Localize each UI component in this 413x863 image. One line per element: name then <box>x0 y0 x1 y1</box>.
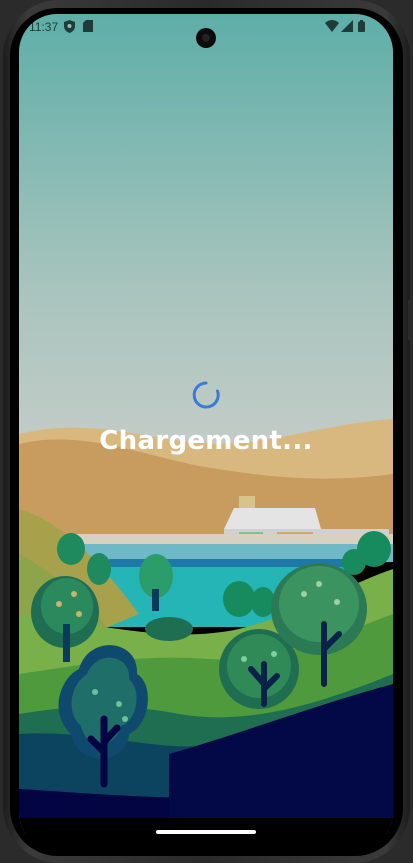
shield-icon <box>64 20 75 33</box>
navigation-bar <box>19 818 393 850</box>
wifi-icon <box>325 20 339 32</box>
tree-canopy <box>279 566 359 642</box>
sim-card-icon <box>83 20 93 32</box>
side-button <box>408 300 412 340</box>
home-indicator[interactable] <box>156 830 256 834</box>
tree <box>223 581 255 617</box>
tree-trunk <box>152 589 159 611</box>
loading-background-illustration <box>19 14 393 834</box>
tree <box>57 533 85 565</box>
signal-icon <box>341 20 353 32</box>
building-roof <box>224 508 321 529</box>
phone-device: 11:37 Chargement... <box>0 0 413 863</box>
tree-canopy <box>227 634 291 698</box>
loading-text: Chargement... <box>99 426 313 456</box>
battery-icon <box>358 20 365 32</box>
bush <box>145 617 193 641</box>
front-camera <box>196 28 216 48</box>
tree-trunk <box>63 624 70 662</box>
building-chimney <box>239 496 255 508</box>
loading-spinner-icon <box>192 381 220 409</box>
status-time: 11:37 <box>29 20 59 34</box>
screen: 11:37 Chargement... <box>19 14 393 850</box>
tree <box>87 553 111 585</box>
